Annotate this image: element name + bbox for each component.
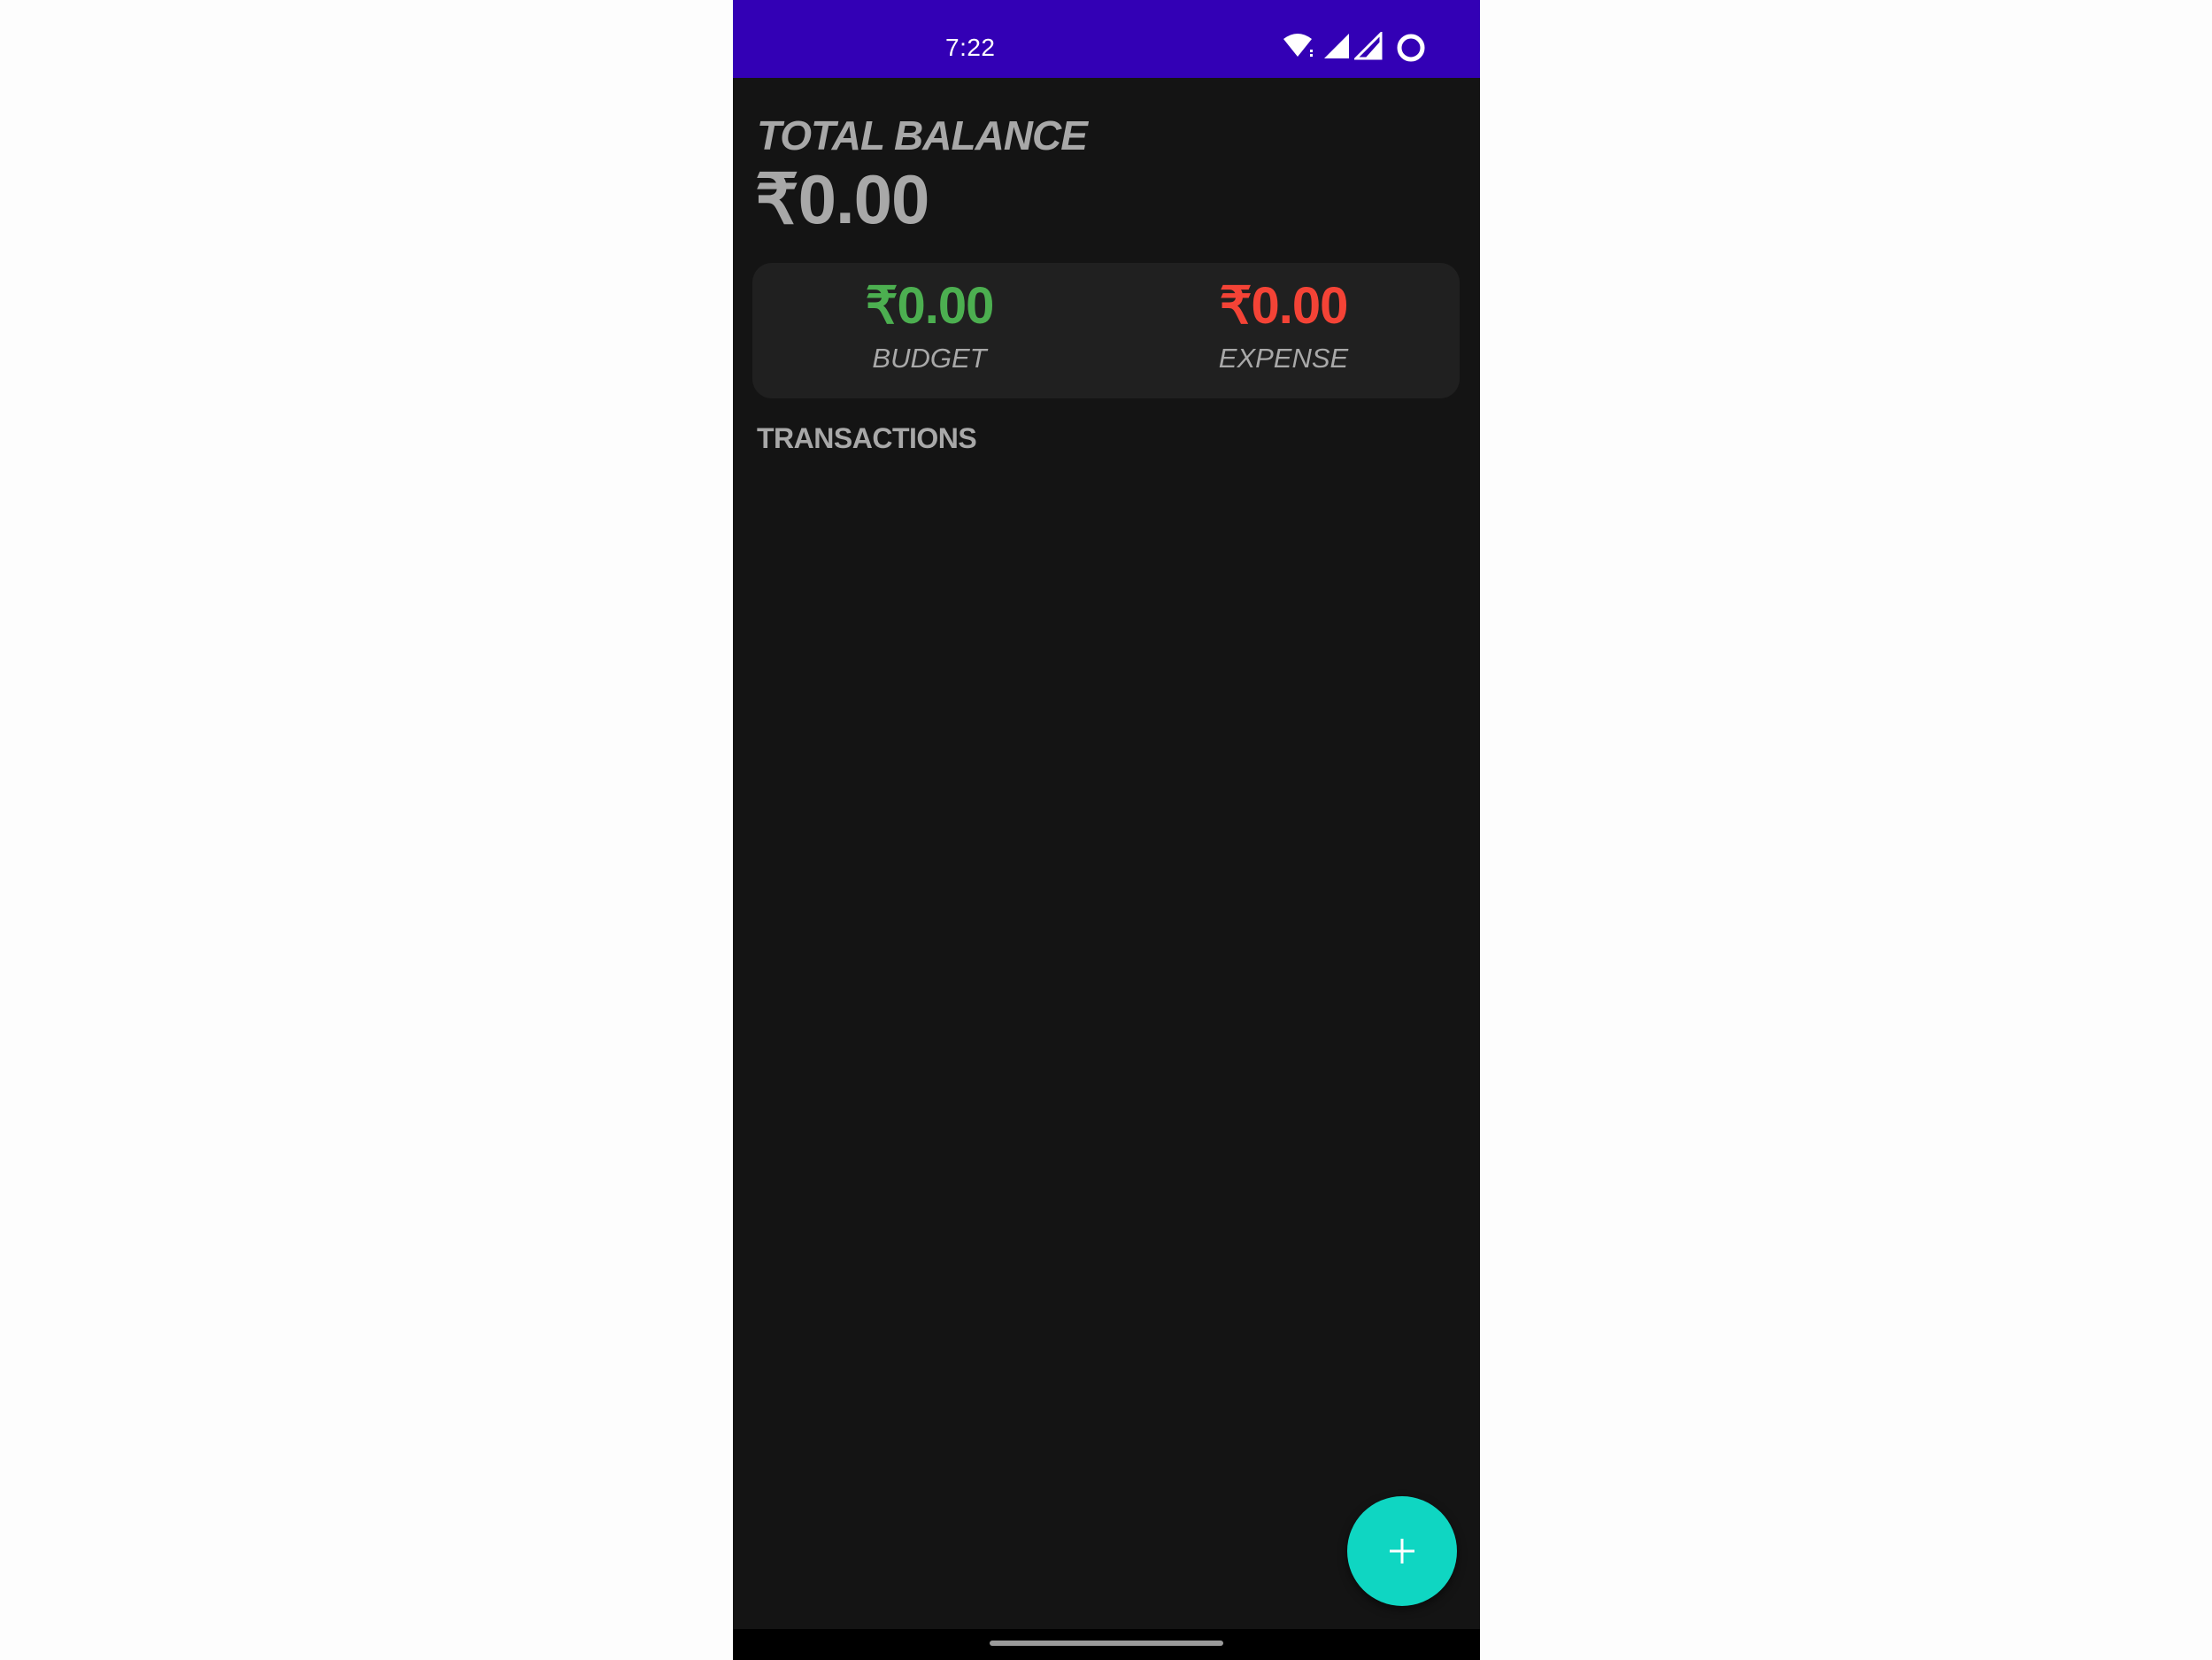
navigation-bar <box>733 1629 1480 1660</box>
budget-label: BUDGET <box>872 343 987 374</box>
status-icons <box>1282 32 1459 67</box>
total-balance-amount: ₹0.00 <box>755 160 929 238</box>
budget-summary[interactable]: ₹0.00 BUDGET <box>797 281 1062 374</box>
add-transaction-button[interactable] <box>1347 1496 1457 1606</box>
summary-card: ₹0.00 BUDGET ₹0.00 EXPENSE <box>752 263 1460 398</box>
budget-amount: ₹0.00 <box>865 277 995 335</box>
expense-label: EXPENSE <box>1218 343 1349 374</box>
wifi-icon <box>1283 34 1313 57</box>
status-bar: 7:22 <box>733 0 1480 78</box>
plus-icon <box>1390 1539 1414 1563</box>
home-indicator[interactable] <box>990 1641 1223 1646</box>
total-balance-label: TOTAL BALANCE <box>757 112 1088 158</box>
expense-amount: ₹0.00 <box>1219 277 1349 335</box>
transactions-header: TRANSACTIONS <box>757 422 977 454</box>
expense-summary[interactable]: ₹0.00 EXPENSE <box>1151 281 1416 374</box>
battery-ring-icon <box>1397 34 1425 62</box>
cellular-signal-icon-secondary <box>1354 32 1383 60</box>
cellular-signal-icon <box>1324 34 1349 58</box>
app-screen: 7:22 TOTAL BALANCE ₹0.00 ₹0.00 BUDGET ₹0… <box>733 0 1480 1660</box>
status-time: 7:22 <box>945 34 996 61</box>
